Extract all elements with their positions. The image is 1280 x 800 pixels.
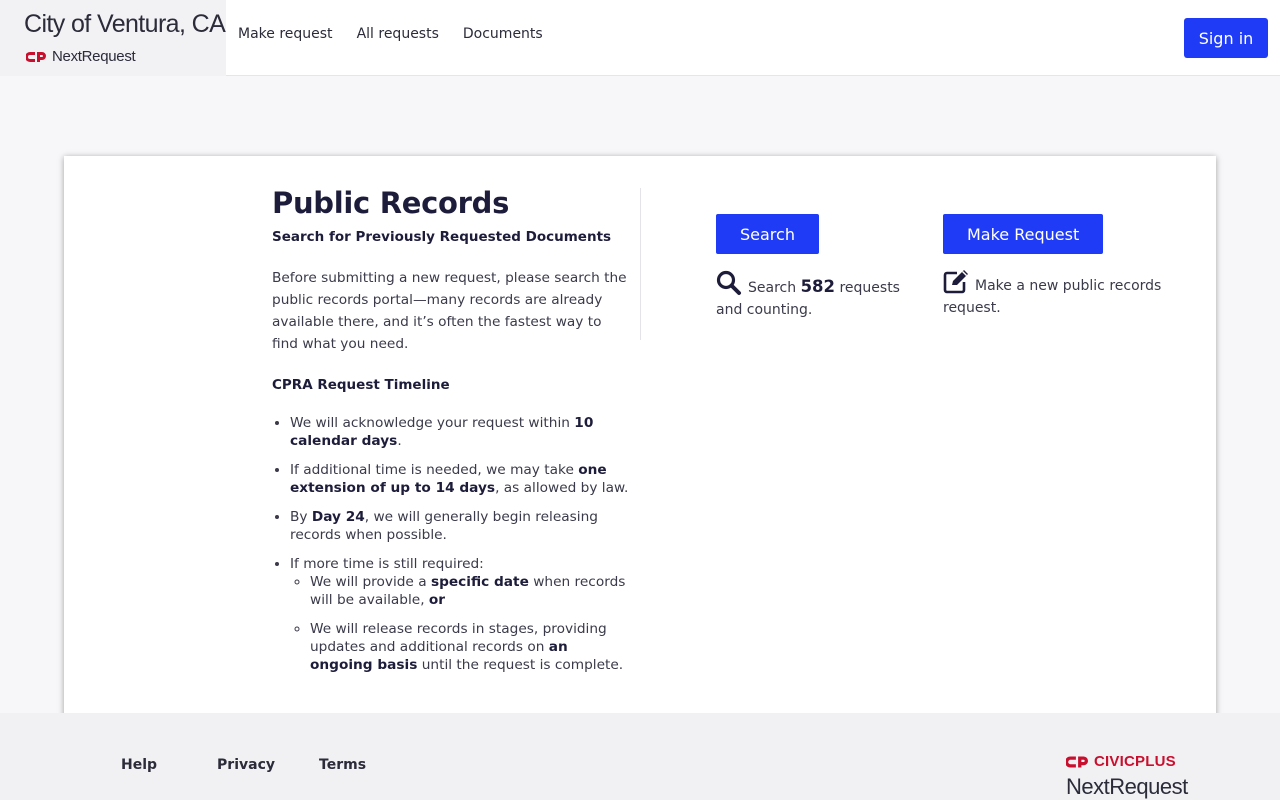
nav-make-request[interactable]: Make request (238, 26, 333, 42)
timeline-sublist: We will provide a specific date when rec… (290, 573, 632, 674)
edit-icon (943, 270, 968, 294)
sign-in-button[interactable]: Sign in (1184, 18, 1268, 58)
timeline-item: If additional time is needed, we may tak… (290, 461, 632, 497)
timeline-subitem: We will provide a specific date when rec… (310, 573, 632, 609)
search-button[interactable]: Search (716, 214, 819, 254)
search-action: Search Search 582 requests and counting. (716, 214, 906, 321)
timeline-heading: CPRA Request Timeline (272, 377, 450, 393)
footer-link-privacy[interactable]: Privacy (217, 757, 275, 773)
nextrequest-wordmark: NextRequest (1066, 774, 1188, 799)
search-description: Search 582 requests and counting. (716, 270, 906, 321)
make-request-description: Make a new public records request. (943, 270, 1173, 319)
nav-all-requests[interactable]: All requests (357, 26, 439, 42)
main-nav: Make request All requests Documents (238, 26, 543, 42)
footer-links: Help Privacy Terms (121, 757, 366, 773)
timeline-subitem: We will release records in stages, provi… (310, 620, 632, 674)
top-header: City of Ventura, CA NextRequest Make req… (0, 0, 1280, 76)
main-card: Public Records Search for Previously Req… (64, 156, 1216, 756)
civicplus-logo: CIVICPLUS (1066, 753, 1246, 770)
city-name: City of Ventura, CA (24, 10, 226, 38)
request-count: 582 (800, 277, 836, 296)
page-footer: Help Privacy Terms CIVICPLUS NextRequest (0, 713, 1280, 800)
nextrequest-logo-icon (26, 51, 46, 62)
brand-block[interactable]: City of Ventura, CA NextRequest (0, 0, 226, 76)
timeline-item: If more time is still required: We will … (290, 555, 632, 674)
product-name: NextRequest (52, 48, 136, 65)
civicplus-logo-icon (1066, 756, 1088, 767)
intro-text: Before submitting a new request, please … (272, 270, 627, 352)
footer-link-help[interactable]: Help (121, 757, 157, 773)
column-divider (640, 188, 641, 340)
page-subtitle: Search for Previously Requested Document… (272, 229, 612, 245)
nextrequest-logo: NextRequest (26, 48, 136, 65)
info-column: Public Records Search for Previously Req… (272, 186, 632, 685)
civicplus-wordmark: CIVICPLUS (1094, 753, 1176, 770)
timeline-item: We will acknowledge your request within … (290, 414, 632, 450)
timeline-item: By Day 24, we will generally begin relea… (290, 508, 632, 544)
make-request-action: Make Request Make a new public records r… (943, 214, 1173, 319)
nav-documents[interactable]: Documents (463, 26, 543, 42)
make-request-button[interactable]: Make Request (943, 214, 1104, 254)
civicplus-nextrequest-logo: CIVICPLUS NextRequest (1066, 753, 1246, 800)
search-icon (716, 270, 741, 295)
timeline-list: We will acknowledge your request within … (272, 414, 632, 674)
page-title: Public Records (272, 186, 510, 220)
footer-link-terms[interactable]: Terms (319, 757, 366, 773)
